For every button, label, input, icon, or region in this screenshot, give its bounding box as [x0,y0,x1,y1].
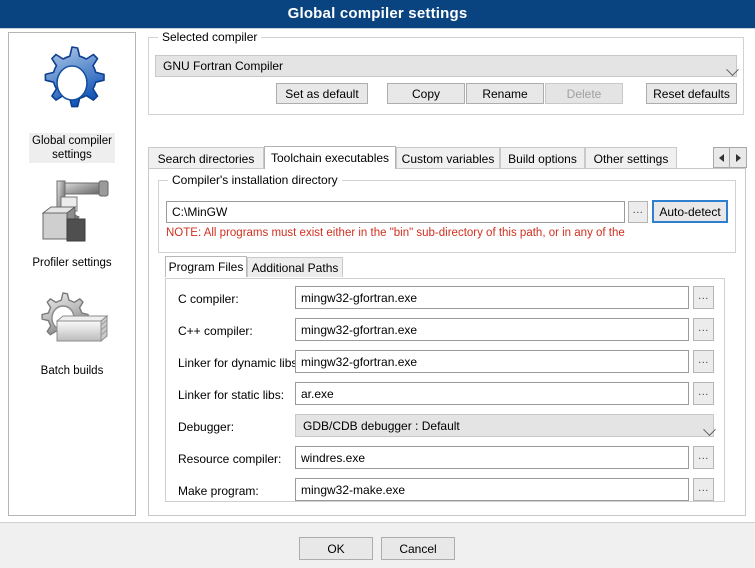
gear-stack-icon [31,287,113,360]
window-title: Global compiler settings [287,4,468,22]
debugger-combo[interactable]: GDB/CDB debugger : Default [295,414,716,437]
c-compiler-label: C compiler: [178,292,239,306]
sidebar-item-label: Global compiler settings [29,133,115,163]
auto-detect-button[interactable]: Auto-detect [652,200,728,223]
make-program-value: mingw32-make.exe [301,482,406,497]
inner-tab-program-files[interactable]: Program Files [165,256,247,277]
linker-static-value: ar.exe [301,386,334,401]
cpp-compiler-value: mingw32-gfortran.exe [301,322,418,337]
sidebar-item-profiler-settings[interactable]: Profiler settings [9,163,135,271]
cpp-compiler-input[interactable]: mingw32-gfortran.exe [295,318,689,341]
c-compiler-input[interactable]: mingw32-gfortran.exe [295,286,689,309]
set-as-default-label: Set as default [285,86,359,101]
delete-button: Delete [545,83,623,104]
make-program-label: Make program: [178,484,259,498]
c-compiler-value: mingw32-gfortran.exe [301,290,418,305]
tab-label: Other settings [593,151,669,166]
sidebar-label-line1: Global compiler [32,135,112,147]
inner-tab-label: Program Files [168,260,244,274]
selected-compiler-group-title: Selected compiler [158,30,262,44]
resource-compiler-value: windres.exe [301,450,366,465]
linker-dynamic-input[interactable]: mingw32-gfortran.exe [295,350,689,373]
tab-custom-variables[interactable]: Custom variables [396,147,500,169]
tab-scroll-next-button[interactable] [730,147,747,168]
ellipsis-icon: ... [698,353,709,366]
copy-button[interactable]: Copy [387,83,465,104]
ellipsis-icon: ... [698,385,709,398]
cpp-compiler-browse-button[interactable]: ... [693,318,714,341]
ok-button[interactable]: OK [299,537,373,560]
tab-scroll-prev-button[interactable] [713,147,730,168]
sidebar-item-label: Batch builds [40,365,104,377]
reset-defaults-label: Reset defaults [653,86,730,101]
tab-search-directories[interactable]: Search directories [148,147,264,169]
ellipsis-icon: ... [698,449,709,462]
dialog-body: Global compiler settings Profiler settin… [0,29,755,522]
debugger-label: Debugger: [178,420,235,434]
linker-static-browse-button[interactable]: ... [693,382,714,405]
tab-label: Build options [508,151,577,166]
toolchain-executables-panel: Compiler's installation directory C:\Min… [148,168,746,516]
ellipsis-icon: ... [698,481,709,494]
tab-label: Custom variables [401,151,495,166]
install-dir-input[interactable]: C:\MinGW [166,201,625,223]
settings-right-pane: Selected compiler GNU Fortran Compiler S… [145,29,749,519]
settings-tabstrip: Search directories Toolchain executables… [148,146,704,169]
make-program-browse-button[interactable]: ... [693,478,714,501]
selected-compiler-value: GNU Fortran Compiler [163,59,284,73]
sidebar-item-global-compiler-settings[interactable]: Global compiler settings [9,33,135,163]
inner-tab-label: Additional Paths [251,260,339,275]
tab-other-settings[interactable]: Other settings [585,147,677,169]
tab-toolchain-executables[interactable]: Toolchain executables [264,146,396,169]
sidebar-item-batch-builds[interactable]: Batch builds [9,271,135,379]
c-compiler-browse-button[interactable]: ... [693,286,714,309]
linker-static-label: Linker for static libs: [178,388,285,402]
dialog-footer: OK Cancel [0,522,755,568]
program-files-tabstrip: Program Files Additional Paths [165,256,725,278]
sidebar-item-label: Profiler settings [32,257,112,269]
linker-static-input[interactable]: ar.exe [295,382,689,405]
linker-dynamic-label: Linker for dynamic libs: [178,356,301,370]
clamp-icon [31,175,113,252]
ellipsis-icon: ... [698,289,709,302]
inner-tab-additional-paths[interactable]: Additional Paths [247,257,343,277]
resource-compiler-label: Resource compiler: [178,452,282,466]
tab-label: Toolchain executables [270,151,390,165]
install-dir-note: NOTE: All programs must exist either in … [166,227,625,239]
tab-label: Search directories [157,151,255,166]
install-dir-value: C:\MinGW [172,205,228,219]
install-dir-browse-button[interactable]: ... [628,201,648,223]
gear-icon [30,43,114,130]
set-as-default-button[interactable]: Set as default [276,83,368,104]
selected-compiler-combo[interactable]: GNU Fortran Compiler [155,55,739,77]
rename-button[interactable]: Rename [466,83,544,104]
ellipsis-icon: ... [698,321,709,334]
debugger-value: GDB/CDB debugger : Default [303,418,460,433]
window-titlebar: Global compiler settings [0,0,755,26]
cancel-label: Cancel [399,541,437,556]
tab-scroll-buttons [713,147,747,168]
make-program-input[interactable]: mingw32-make.exe [295,478,689,501]
ok-label: OK [327,541,345,556]
cancel-button[interactable]: Cancel [381,537,455,560]
copy-label: Copy [411,86,440,101]
ellipsis-icon: ... [632,204,644,216]
sidebar-label-line2: settings [52,149,92,161]
delete-label: Delete [566,86,602,101]
program-files-panel: C compiler: mingw32-gfortran.exe ... C++… [165,278,725,502]
linker-dynamic-browse-button[interactable]: ... [693,350,714,373]
resource-compiler-input[interactable]: windres.exe [295,446,689,469]
settings-sidebar: Global compiler settings Profiler settin… [8,32,136,516]
tab-build-options[interactable]: Build options [500,147,585,169]
linker-dynamic-value: mingw32-gfortran.exe [301,354,418,369]
rename-label: Rename [482,86,528,101]
auto-detect-label: Auto-detect [659,204,721,219]
cpp-compiler-label: C++ compiler: [178,324,253,338]
resource-compiler-browse-button[interactable]: ... [693,446,714,469]
triangle-left-icon [719,153,724,162]
reset-defaults-button[interactable]: Reset defaults [646,83,737,104]
triangle-right-icon [735,153,741,162]
install-dir-group-title: Compiler's installation directory [168,173,342,187]
